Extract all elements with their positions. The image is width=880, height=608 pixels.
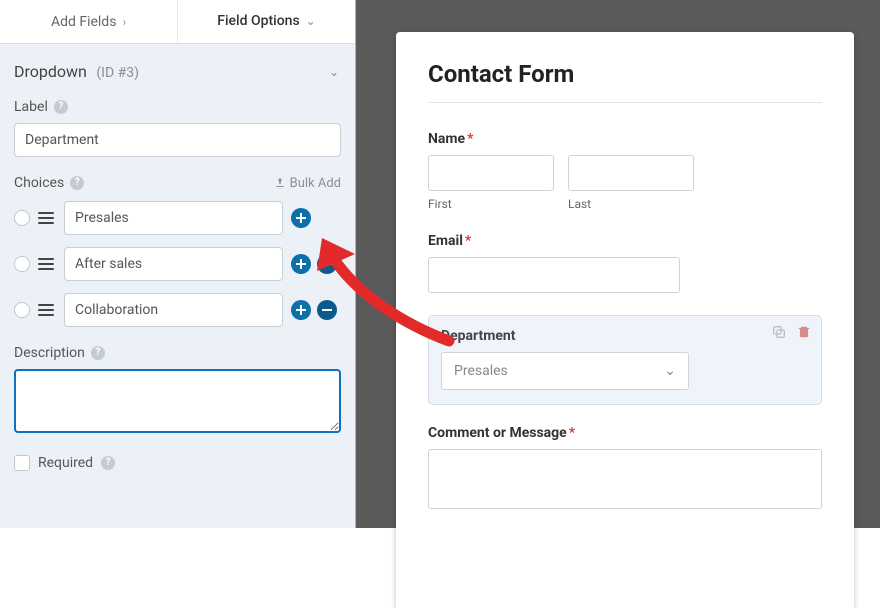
section-header[interactable]: Dropdown (ID #3) ⌄: [0, 44, 355, 95]
description-textarea[interactable]: [14, 369, 341, 433]
name-field: Name* First Last: [428, 131, 822, 211]
bulk-add-label: Bulk Add: [290, 176, 341, 191]
comment-field: Comment or Message*: [428, 425, 822, 509]
preview-top-bar: [356, 0, 880, 12]
plus-icon: [295, 212, 307, 224]
required-star-icon: *: [465, 233, 471, 249]
section-id: (ID #3): [96, 65, 139, 81]
label-caption: Label: [14, 99, 48, 115]
plus-icon: [295, 304, 307, 316]
comment-textarea[interactable]: [428, 449, 822, 509]
help-icon[interactable]: ?: [70, 176, 84, 190]
choice-row: [14, 201, 341, 235]
choice-row: [14, 247, 341, 281]
default-radio[interactable]: [14, 302, 30, 318]
drag-handle-icon[interactable]: [38, 258, 56, 270]
add-choice-button[interactable]: [291, 254, 311, 274]
upload-icon: [274, 177, 286, 189]
comment-label: Comment or Message: [428, 425, 567, 441]
required-row: Required ?: [14, 455, 341, 471]
help-icon[interactable]: ?: [54, 100, 68, 114]
email-field: Email*: [428, 233, 822, 293]
copy-icon: [771, 324, 787, 340]
trash-icon: [797, 324, 811, 340]
drag-handle-icon[interactable]: [38, 212, 56, 224]
left-panel: Add Fields › Field Options ⌄ Dropdown (I…: [0, 0, 356, 528]
add-choice-button[interactable]: [291, 300, 311, 320]
help-icon[interactable]: ?: [91, 346, 105, 360]
tab-field-options[interactable]: Field Options ⌄: [177, 0, 355, 43]
add-choice-button[interactable]: [291, 208, 311, 228]
tab-field-options-label: Field Options: [217, 13, 299, 29]
help-icon[interactable]: ?: [101, 456, 115, 470]
chevron-right-icon: ›: [122, 15, 126, 29]
plus-icon: [295, 258, 307, 270]
label-field: Label ?: [14, 99, 341, 157]
tab-add-fields-label: Add Fields: [51, 14, 117, 30]
name-label: Name: [428, 131, 465, 147]
default-radio[interactable]: [14, 210, 30, 226]
delete-button[interactable]: [797, 324, 811, 340]
duplicate-button[interactable]: [771, 324, 787, 340]
first-sublabel: First: [428, 197, 554, 211]
field-tools: [771, 324, 811, 340]
description-caption: Description: [14, 345, 85, 361]
required-star-icon: *: [569, 425, 575, 441]
tab-add-fields[interactable]: Add Fields ›: [0, 0, 177, 43]
choices-field: Choices ? Bulk Add: [14, 175, 341, 327]
choice-input[interactable]: [64, 293, 283, 327]
last-sublabel: Last: [568, 197, 694, 211]
required-star-icon: *: [467, 131, 473, 147]
drag-handle-icon[interactable]: [38, 304, 56, 316]
first-name-input[interactable]: [428, 155, 554, 191]
email-label: Email: [428, 233, 463, 249]
department-selected: Presales: [454, 363, 508, 379]
department-field-selected[interactable]: Department Presales ⌄: [428, 315, 822, 405]
required-checkbox[interactable]: [14, 455, 30, 471]
remove-choice-button[interactable]: [317, 254, 337, 274]
default-radio[interactable]: [14, 256, 30, 272]
minus-icon: [321, 304, 333, 316]
choices-caption: Choices: [14, 175, 64, 191]
department-label: Department: [441, 328, 516, 344]
chevron-down-icon: ⌄: [306, 14, 316, 28]
chevron-down-icon: ⌄: [329, 65, 339, 79]
required-caption: Required: [38, 455, 93, 471]
chevron-down-icon: ⌄: [664, 363, 676, 379]
preview-backdrop: Contact Form Name* First Last Email*: [356, 12, 880, 528]
email-input[interactable]: [428, 257, 680, 293]
label-input[interactable]: [14, 123, 341, 157]
minus-icon: [321, 258, 333, 270]
last-name-input[interactable]: [568, 155, 694, 191]
description-field: Description ?: [14, 345, 341, 437]
tabs: Add Fields › Field Options ⌄: [0, 0, 355, 44]
choice-row: [14, 293, 341, 327]
section-title: Dropdown: [14, 62, 87, 81]
choice-input[interactable]: [64, 201, 283, 235]
choice-input[interactable]: [64, 247, 283, 281]
remove-choice-button[interactable]: [317, 300, 337, 320]
divider: [428, 102, 822, 103]
department-dropdown[interactable]: Presales ⌄: [441, 352, 689, 390]
section-body: Label ? Choices ? Bulk Add: [0, 95, 355, 491]
bulk-add-button[interactable]: Bulk Add: [274, 176, 341, 191]
form-title: Contact Form: [428, 60, 822, 88]
preview-card: Contact Form Name* First Last Email*: [396, 32, 854, 608]
